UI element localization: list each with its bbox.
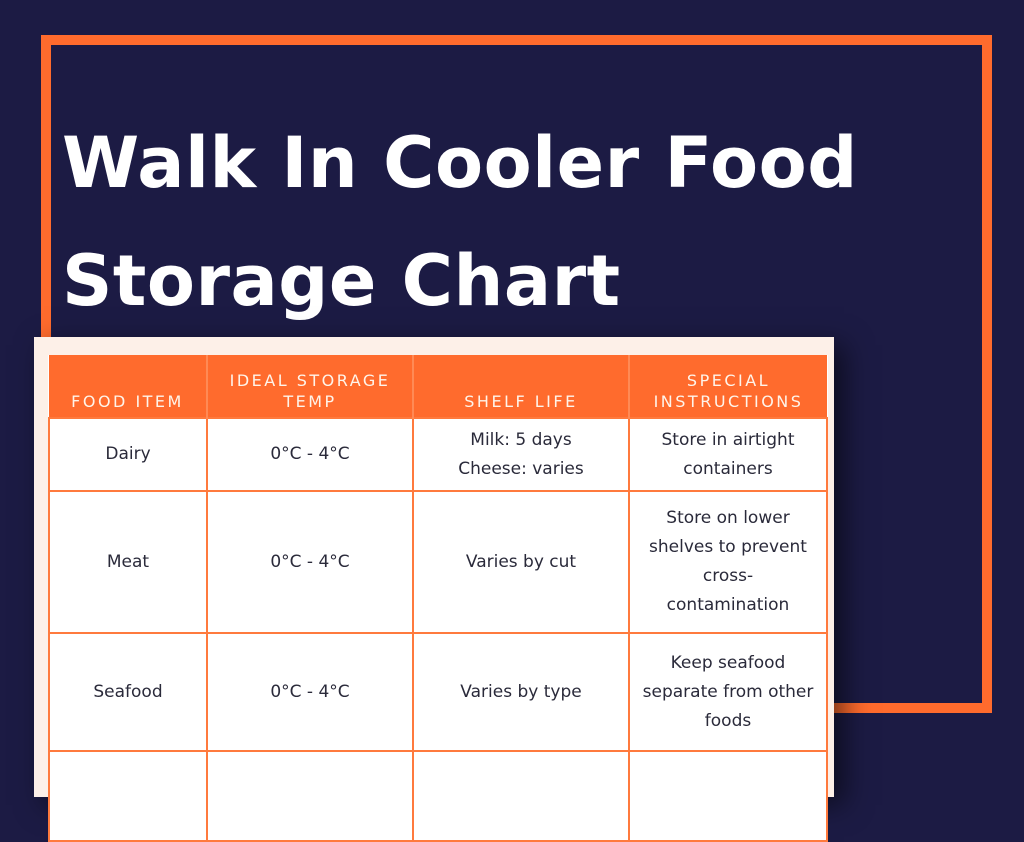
cell-shelf-life (412, 750, 630, 842)
cell-shelf-life: Milk: 5 days Cheese: varies (412, 417, 630, 492)
cell-temp: 0°C - 4°C (206, 417, 414, 492)
shelf-life-line: Varies by type (460, 681, 582, 702)
cell-food-item (48, 750, 208, 842)
cell-food-item: Meat (48, 490, 208, 634)
cell-temp: 0°C - 4°C (206, 490, 414, 634)
header-ideal-storage-temp: IDEAL STORAGE TEMP (206, 355, 414, 418)
shelf-life-line: Varies by cut (465, 551, 577, 572)
cell-shelf-life: Varies by type (412, 632, 630, 752)
cell-instructions: Store in airtight containers (628, 417, 828, 492)
cell-temp: 0°C - 4°C (206, 632, 414, 752)
table-row-cropped (48, 750, 828, 842)
storage-chart-table: FOOD ITEM IDEAL STORAGE TEMP SHELF LIFE … (48, 355, 828, 842)
shelf-life-line: Cheese: varies (458, 458, 584, 479)
cell-food-item: Dairy (48, 417, 208, 492)
shelf-life-line: Milk: 5 days (470, 429, 572, 450)
cell-food-item: Seafood (48, 632, 208, 752)
table-row: Seafood 0°C - 4°C Varies by type Keep se… (48, 632, 828, 752)
cell-instructions: Keep seafood separate from other foods (628, 632, 828, 752)
cell-shelf-life: Varies by cut (412, 490, 630, 634)
table-row: Dairy 0°C - 4°C Milk: 5 days Cheese: var… (48, 417, 828, 492)
storage-chart-card: FOOD ITEM IDEAL STORAGE TEMP SHELF LIFE … (34, 337, 834, 842)
header-special-instructions: SPECIAL INSTRUCTIONS (628, 355, 827, 418)
header-shelf-life: SHELF LIFE (412, 355, 630, 418)
cell-instructions (628, 750, 828, 842)
header-food-item: FOOD ITEM (49, 355, 208, 418)
table-header-row: FOOD ITEM IDEAL STORAGE TEMP SHELF LIFE … (49, 355, 827, 418)
cell-instructions: Store on lower shelves to prevent cross-… (628, 490, 828, 634)
cell-temp (206, 750, 414, 842)
table-row: Meat 0°C - 4°C Varies by cut Store on lo… (48, 490, 828, 634)
page-title: Walk In Cooler Food Storage Chart (62, 122, 858, 322)
